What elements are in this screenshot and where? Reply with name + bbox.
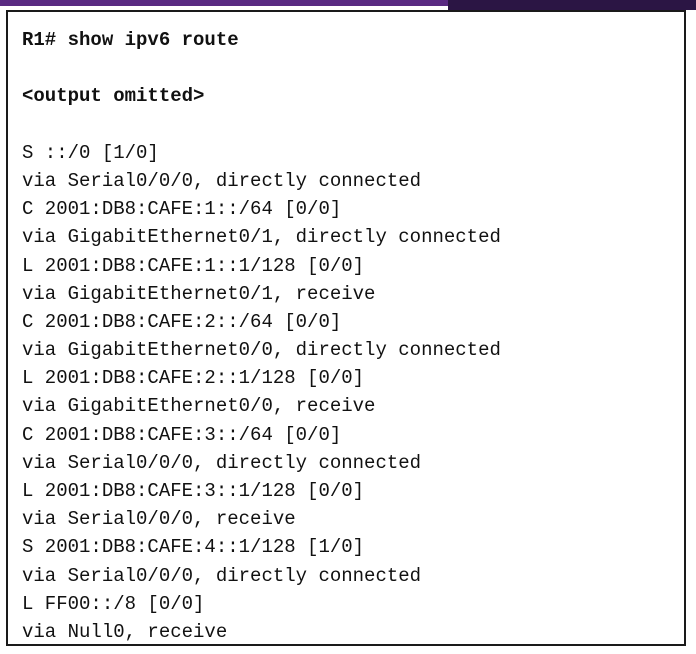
top-accent-bar-right: [448, 0, 696, 10]
route-line: C 2001:DB8:CAFE:3::/64 [0/0]: [22, 423, 342, 446]
route-line: via Null0, receive: [22, 620, 228, 643]
output-omitted-note: <output omitted>: [22, 85, 205, 108]
route-line: via Serial0/0/0, directly connected: [22, 169, 422, 192]
route-line: L 2001:DB8:CAFE:1::1/128 [0/0]: [22, 254, 365, 277]
route-line: S 2001:DB8:CAFE:4::1/128 [1/0]: [22, 536, 365, 559]
route-line: via GigabitEthernet0/0, receive: [22, 395, 376, 418]
route-line: L 2001:DB8:CAFE:2::1/128 [0/0]: [22, 367, 365, 390]
route-line: L 2001:DB8:CAFE:3::1/128 [0/0]: [22, 480, 365, 502]
route-line: via Serial0/0/0, directly connected: [22, 451, 422, 474]
route-line: via Serial0/0/0, directly connected: [22, 564, 422, 587]
route-line: via Serial0/0/0, receive: [22, 508, 296, 531]
terminal-output: R1# show ipv6 route <output omitted> S :…: [22, 26, 676, 646]
route-line: via GigabitEthernet0/1, receive: [22, 282, 376, 305]
route-line: S ::/0 [1/0]: [22, 141, 159, 164]
route-line: via GigabitEthernet0/1, directly connect…: [22, 226, 501, 249]
page: R1# show ipv6 route <output omitted> S :…: [0, 0, 696, 654]
route-line: via GigabitEthernet0/0, directly connect…: [22, 339, 501, 362]
route-line: C 2001:DB8:CAFE:1::/64 [0/0]: [22, 198, 342, 221]
route-line: L FF00::/8 [0/0]: [22, 592, 205, 615]
command-line: R1# show ipv6 route: [22, 29, 239, 51]
terminal-output-frame: R1# show ipv6 route <output omitted> S :…: [6, 10, 686, 646]
route-line: C 2001:DB8:CAFE:2::/64 [0/0]: [22, 310, 342, 333]
